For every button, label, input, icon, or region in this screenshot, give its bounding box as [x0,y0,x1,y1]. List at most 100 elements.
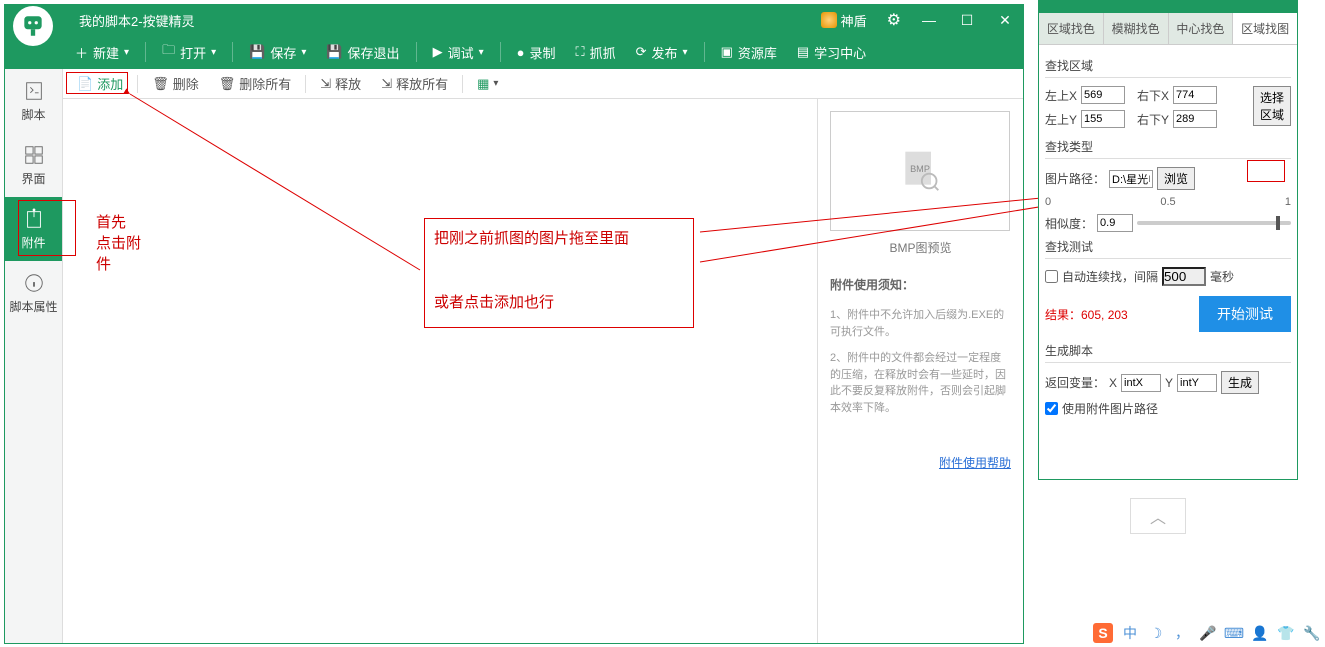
attach-tab-highlight [18,200,76,256]
input-bry[interactable] [1173,110,1217,128]
moon-icon[interactable]: ☽ [1147,624,1165,642]
collapse-chevron[interactable]: ︿ [1130,498,1186,534]
titlebar: 我的脚本2-按键精灵 神盾 ⚙ — ☐ ✕ [5,5,1023,35]
maximize-button[interactable]: ☐ [949,8,985,32]
preview-label: BMP图预览 [830,239,1011,256]
menu-publish[interactable]: ⟳发布▾ [628,39,696,66]
input-interval[interactable] [1162,267,1206,286]
script-icon [23,80,45,102]
bmp-preview: BMP [830,111,1010,231]
capture-icon: ⛶ [575,44,584,60]
notice-1: 1、附件中不允许加入后缀为.EXE的可执行文件。 [830,307,1011,340]
similarity-slider[interactable] [1137,221,1291,225]
menu-save[interactable]: 💾保存▾ [241,39,314,66]
menu-capture[interactable]: ⛶抓抓 [567,39,623,66]
tab-area-color[interactable]: 区域找色 [1039,13,1104,44]
mic-icon[interactable]: 🎤 [1199,624,1217,642]
save-exit-icon: 💾 [326,44,342,60]
menu-save-exit[interactable]: 💾保存退出 [318,39,407,66]
label-tlx: 左上X [1045,87,1077,104]
grid-view-icon: ▦ [477,76,489,92]
input-brx[interactable] [1173,86,1217,104]
input-similarity[interactable] [1097,214,1133,232]
label-autoloop: 自动连续找，间隔 [1062,268,1158,285]
menu-learn[interactable]: ▤学习中心 [789,39,874,66]
minimize-button[interactable]: — [911,8,947,32]
result-text: 结果：605, 203 [1045,306,1128,323]
tb-release[interactable]: ⇲释放 [312,72,369,95]
input-tly[interactable] [1081,110,1125,128]
menu-debug[interactable]: ▶调试▾ [425,39,492,66]
menu-record[interactable]: ●录制 [509,39,564,66]
sidebar-item-props[interactable]: 脚本属性 [5,261,62,325]
grid-icon [23,144,45,166]
anno-drag: 把刚之前抓图的图片拖至里面 [434,228,629,249]
tb-view[interactable]: ▦▾ [469,74,506,94]
browse-highlight [1247,160,1285,182]
menu-new[interactable]: ＋新建▾ [67,39,137,66]
tb-delete[interactable]: 🗑删除 [144,72,207,95]
attach-toolbar: 📄添加 🗑删除 🗑删除所有 ⇲释放 ⇲释放所有 ▦▾ [63,69,1023,99]
menu-open[interactable]: 🗀打开▾ [154,37,224,67]
close-button[interactable]: ✕ [987,8,1023,32]
notice-title: 附件使用须知： [830,276,1011,293]
left-sidebar: 脚本 界面 附件 脚本属性 [5,69,63,643]
system-tray: S 中 ☽ ， 🎤 ⌨ 👤 👕 🔧 [1093,623,1321,643]
settings-icon[interactable]: ⚙ [887,10,901,30]
start-test-button[interactable]: 开始测试 [1199,296,1291,332]
bmp-icon: BMP [898,148,942,195]
publish-icon: ⟳ [636,44,647,60]
release-all-icon: ⇲ [381,76,392,92]
anno-or: 或者点击添加也行 [434,292,554,313]
browse-button[interactable]: 浏览 [1157,167,1195,190]
select-area-button[interactable]: 选择 区域 [1253,86,1291,126]
sidebar-item-script[interactable]: 脚本 [5,69,62,133]
generate-button[interactable]: 生成 [1221,371,1259,394]
comma-icon[interactable]: ， [1173,624,1191,642]
tab-center-color[interactable]: 中心找色 [1169,13,1234,44]
anno-first: 首先 点击附 件 [96,212,141,275]
wrench-icon[interactable]: 🔧 [1303,624,1321,642]
person-icon[interactable]: 👤 [1251,624,1269,642]
tb-release-all[interactable]: ⇲释放所有 [373,72,456,95]
input-tlx[interactable] [1081,86,1125,104]
folder-icon: 🗀 [162,41,175,63]
notice-2: 2、附件中的文件都会经过一定程度的压缩，在释放时会有一些延时，因此不要反复释放附… [830,350,1011,416]
label-tly: 左上Y [1045,111,1077,128]
play-icon: ▶ [433,44,443,60]
shirt-icon[interactable]: 👕 [1277,624,1295,642]
tb-delete-all[interactable]: 🗑删除所有 [211,72,300,95]
shield-icon [821,12,837,28]
shield-badge[interactable]: 神盾 [821,11,867,30]
menubar: ＋新建▾ 🗀打开▾ 💾保存▾ 💾保存退出 ▶调试▾ ●录制 ⛶抓抓 ⟳发布▾ ▣… [5,35,1023,69]
label-useattach: 使用附件图片路径 [1062,400,1158,417]
app-logo-icon [13,6,53,46]
input-retx[interactable] [1121,374,1161,392]
add-button-highlight [66,72,128,94]
section-area: 查找区域 [1045,57,1291,78]
menu-resource[interactable]: ▣资源库 [713,39,785,66]
attach-canvas[interactable] [63,99,817,643]
svg-text:BMP: BMP [910,163,930,173]
checkbox-useattach[interactable] [1045,402,1058,415]
help-link[interactable]: 附件使用帮助 [939,454,1011,471]
plus-icon: ＋ [75,43,88,62]
release-icon: ⇲ [320,76,331,92]
box-icon: ▣ [721,44,733,60]
input-imgpath[interactable] [1109,170,1153,188]
checkbox-autoloop[interactable] [1045,270,1058,283]
sogou-icon[interactable]: S [1093,623,1113,643]
preview-panel: BMP BMP图预览 附件使用须知： 1、附件中不允许加入后缀为.EXE的可执行… [817,99,1023,643]
book-icon: ▤ [797,44,809,60]
label-retvar: 返回变量： [1045,374,1105,391]
find-image-panel: 区域找色 模糊找色 中心找色 区域找图 查找区域 左上X 右下X 左上Y 右下Y… [1038,0,1298,480]
keyboard-icon[interactable]: ⌨ [1225,624,1243,642]
tab-area-image[interactable]: 区域找图 [1233,13,1297,44]
section-gen: 生成脚本 [1045,342,1291,363]
label-similarity: 相似度： [1045,215,1093,232]
sidebar-item-ui[interactable]: 界面 [5,133,62,197]
ime-cn-icon[interactable]: 中 [1121,624,1139,642]
label-imgpath: 图片路径： [1045,170,1105,187]
input-rety[interactable] [1177,374,1217,392]
tab-fuzzy-color[interactable]: 模糊找色 [1104,13,1169,44]
